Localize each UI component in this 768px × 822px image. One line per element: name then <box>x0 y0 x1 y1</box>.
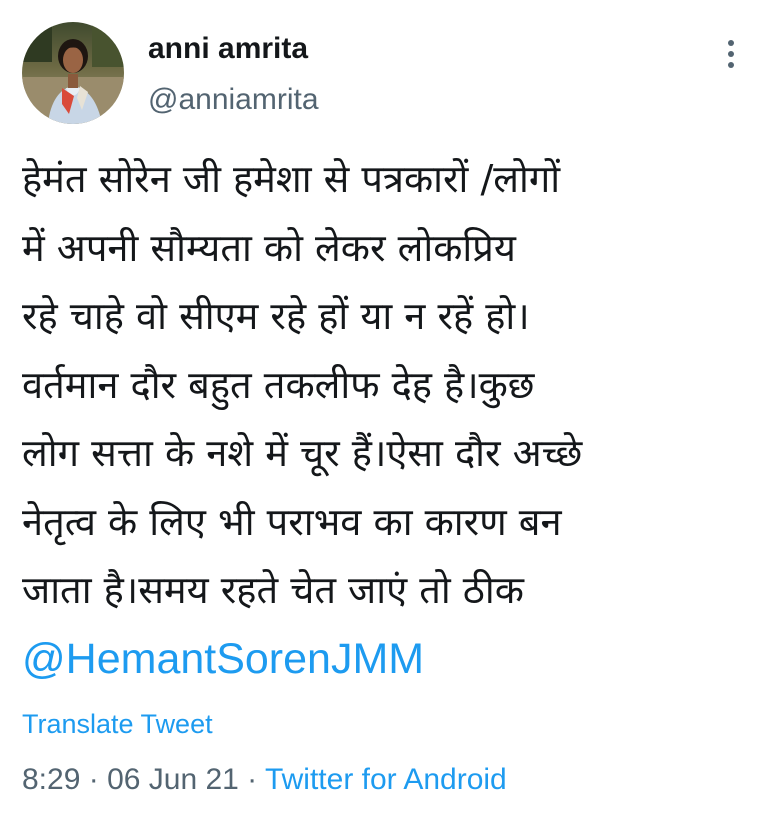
tweet-source-link[interactable]: Twitter for Android <box>265 763 507 796</box>
avatar[interactable] <box>22 22 124 124</box>
tweet-text-line: हेमंत सोरेन जी हमेशा से पत्रकारों /लोगों <box>22 157 561 201</box>
translate-tweet-link[interactable]: Translate Tweet <box>22 707 213 741</box>
meta-separator: · <box>238 763 265 796</box>
tweet-text-line: वर्तमान दौर बहुत तकलीफ देह है।कुछ <box>22 362 535 407</box>
tweet-text-line: लोग सत्ता के नशे में चूर हैं।ऐसा दौर अच्… <box>22 431 583 475</box>
display-name[interactable]: anni amrita <box>148 30 308 68</box>
tweet-date[interactable]: 06 Jun 21 <box>107 763 239 796</box>
tweet-text-line: रहे चाहे वो सीएम रहे हों या न रहें हो। <box>22 294 530 338</box>
tweet-time[interactable]: 8:29 <box>22 763 80 796</box>
tweet-text-line: जाता है।समय रहते चेत जाएं तो ठीक <box>22 568 524 612</box>
mention-link[interactable]: @HemantSorenJMM <box>22 635 424 683</box>
more-options-button[interactable] <box>716 36 746 72</box>
user-handle[interactable]: @anniamrita <box>148 81 319 119</box>
tweet-text: हेमंत सोरेन जी हमेशा से पत्रकारों /लोगों… <box>22 145 752 693</box>
tweet-meta: 8:29 · 06 Jun 21 · Twitter for Android <box>22 761 507 799</box>
meta-separator: · <box>80 763 108 796</box>
profile-photo-icon <box>22 22 124 124</box>
tweet-card: anni amrita @anniamrita हेमंत सोरेन जी ह… <box>0 0 768 822</box>
vertical-ellipsis-icon <box>728 40 734 68</box>
tweet-text-line: नेतृत्व के लिए भी पराभव का कारण बन <box>22 499 562 544</box>
tweet-text-line: में अपनी सौम्यता को लेकर लोकप्रिय <box>22 225 516 270</box>
